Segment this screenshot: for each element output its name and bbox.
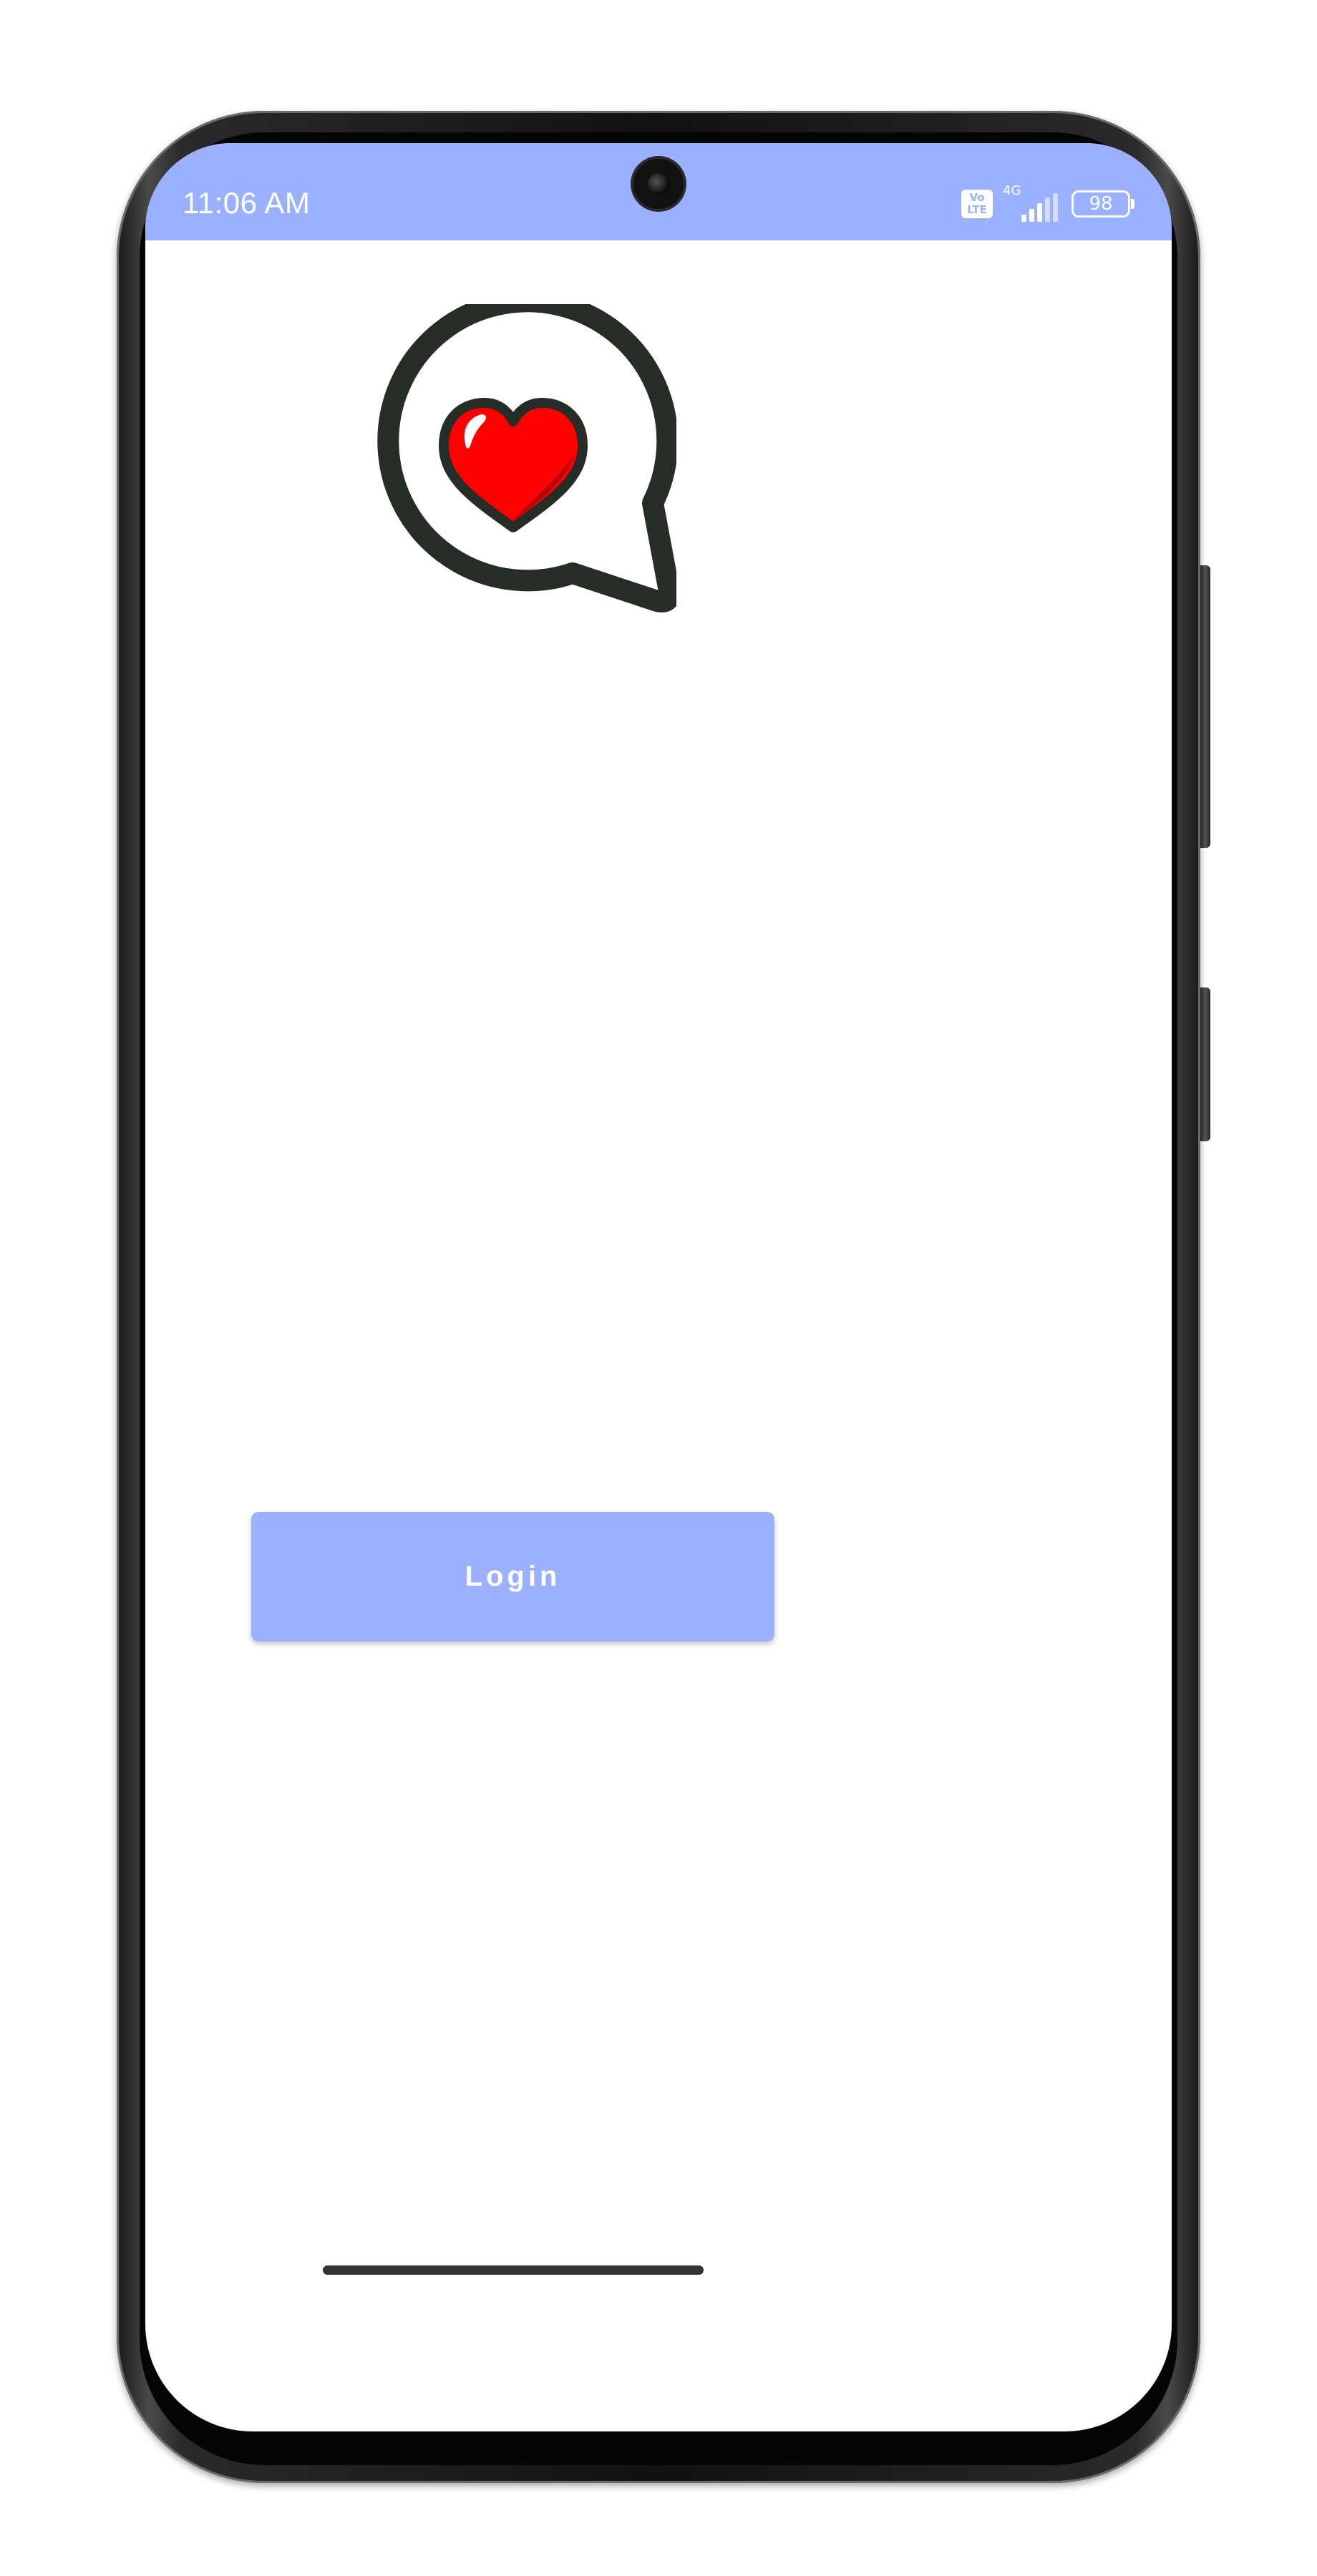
volte-bottom-label: LTE [967,203,987,216]
home-indicator[interactable] [323,2265,704,2275]
volte-top-label: Vo [969,191,985,204]
power-button [1200,565,1210,848]
login-button[interactable]: Login [251,1512,774,1641]
front-camera [633,159,684,209]
signal-strength-icon: 4G [1003,183,1061,222]
status-time: 11:06 AM [183,186,311,220]
status-bar: 11:06 AM Vo LTE 4G 98 [145,143,1172,240]
signal-bars-icon [1021,193,1058,222]
status-icons: Vo LTE 4G 98 [961,183,1134,222]
volume-button [1200,987,1210,1141]
heart-speech-bubble-icon [377,304,676,613]
battery-icon: 98 [1071,190,1134,218]
volte-icon: Vo LTE [961,190,993,218]
network-type-label: 4G [1003,183,1021,198]
battery-level: 98 [1089,193,1113,215]
